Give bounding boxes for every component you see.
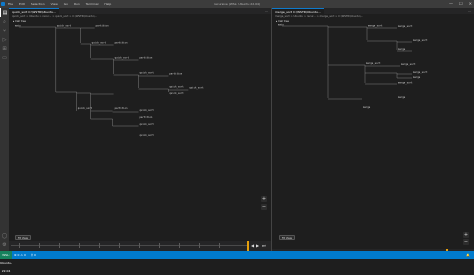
timeline-tick <box>99 243 100 248</box>
graph-node[interactable]: partition <box>96 24 109 27</box>
account-icon[interactable]: ◯ <box>0 231 9 240</box>
graph-node[interactable]: merge <box>363 106 371 109</box>
graph-node[interactable]: quick_sort <box>78 107 93 110</box>
merge-sort-call-graph: main merge_sort merge_sort merge_sort me… <box>278 24 428 110</box>
menu-go[interactable]: Go <box>64 0 68 8</box>
window-controls: — ☐ ✕ <box>449 0 472 8</box>
close-button[interactable]: ✕ <box>469 0 472 8</box>
timeline-tick <box>59 243 60 248</box>
timeline-tick <box>119 243 120 248</box>
graph-node[interactable]: merge <box>413 76 421 79</box>
zoom-in-button[interactable]: + <box>261 196 267 202</box>
timeline-tick <box>39 243 40 248</box>
jump-end-button[interactable]: ⏭ <box>262 243 266 249</box>
timeline-tick <box>19 243 20 248</box>
graph-node[interactable]: quick_sort <box>140 134 155 137</box>
graph-node-root[interactable]: main <box>15 24 21 27</box>
timeline-tick <box>179 243 180 248</box>
graph-node[interactable]: merge_sort <box>398 25 413 28</box>
graph-node[interactable]: partition <box>115 107 128 110</box>
step-forward-button[interactable]: ▶ <box>256 243 259 249</box>
source-control-icon[interactable]: ⑂ <box>0 26 9 35</box>
ports-indicator[interactable]: ⚲ 0 <box>31 251 36 259</box>
graph-node[interactable]: quick_sort <box>140 123 155 126</box>
timeline-tick <box>159 243 160 248</box>
extensions-icon[interactable]: ⊞ <box>0 44 9 53</box>
graph-node[interactable]: quick_sort <box>115 56 130 59</box>
left-editor-pane: quick_sort C:\WSTR\Ubuntu... ⋯ quick_sor… <box>9 8 272 251</box>
graph-node[interactable]: quick_sort <box>169 85 184 88</box>
fit-view-button[interactable]: Fit View <box>15 235 32 240</box>
graph-node[interactable]: merge_sort <box>413 71 428 74</box>
menu-run[interactable]: Run <box>74 0 80 8</box>
timeline-tick <box>79 243 80 248</box>
graph-node[interactable]: partition <box>140 116 153 119</box>
timeline-tick <box>199 243 200 248</box>
graph-node[interactable]: merge <box>398 48 406 51</box>
status-bar: WSL: Ubuntu-22.04 ⊗ 0 ⚠ 0 ⚲ 0 🔔 <box>0 251 474 273</box>
timeline-track[interactable] <box>11 245 247 246</box>
menu-selection[interactable]: Selection <box>31 0 45 8</box>
graph-node[interactable]: quick_sort <box>189 86 204 89</box>
files-icon[interactable]: ▤ <box>0 8 9 17</box>
notifications-bell-icon[interactable]: 🔔 <box>466 251 470 259</box>
timeline-marker[interactable] <box>247 241 249 251</box>
zoom-in-button[interactable]: + <box>463 232 469 238</box>
graph-node[interactable]: merge_sort <box>398 82 413 85</box>
quick-sort-call-graph: main quick_sort partition quick_sort par… <box>15 24 204 137</box>
graph-node[interactable]: partition <box>169 72 182 75</box>
settings-gear-icon[interactable]: ⚙ <box>0 240 9 249</box>
window-title: recursive (WSL: Ubuntu 22.04) <box>213 2 261 6</box>
menu-edit[interactable]: Edit <box>19 0 25 8</box>
graph-node[interactable]: merge_sort <box>413 39 428 42</box>
graph-node[interactable]: quick_sort <box>57 24 72 27</box>
graph-node[interactable]: quick_sort <box>140 71 155 74</box>
graph-node[interactable]: merge_sort <box>368 25 383 28</box>
right-editor-pane: merge_sort C:\WSTR\Ubuntu... ⋯ merge_sor… <box>272 8 474 259</box>
menu-terminal[interactable]: Terminal <box>86 0 99 8</box>
fit-view-button[interactable]: Fit View <box>279 235 296 240</box>
remote-explorer-icon[interactable]: ▭ <box>0 53 9 62</box>
activity-bar: ▤ ⌕ ⑂ ▷ ⊞ ▭ ◯ ⚙ <box>0 8 9 251</box>
vscode-logo-icon <box>1 2 5 6</box>
menu-view[interactable]: View <box>51 0 58 8</box>
graph-node[interactable]: quick_sort <box>169 92 184 95</box>
graph-node[interactable]: merge_sort <box>366 62 381 65</box>
graph-node-root[interactable]: main <box>278 24 284 27</box>
problems-indicator[interactable]: ⊗ 0 ⚠ 0 <box>14 251 26 259</box>
title-bar: File Edit Selection View Go Run Terminal… <box>0 0 474 8</box>
run-debug-icon[interactable]: ▷ <box>0 35 9 44</box>
graph-node[interactable]: quick_sort <box>92 41 107 44</box>
timeline-tick <box>139 243 140 248</box>
maximize-button[interactable]: ☐ <box>459 0 463 8</box>
zoom-out-button[interactable]: − <box>463 239 469 245</box>
zoom-out-button[interactable]: − <box>261 204 267 210</box>
menu-bar: File Edit Selection View Go Run Terminal… <box>8 0 111 8</box>
minimize-button[interactable]: — <box>449 0 453 8</box>
menu-file[interactable]: File <box>8 0 13 8</box>
search-icon[interactable]: ⌕ <box>0 17 9 26</box>
remote-indicator[interactable]: WSL: Ubuntu-22.04 <box>0 251 12 273</box>
graph-node[interactable]: quick_sort <box>140 109 155 112</box>
graph-node[interactable]: partition <box>140 56 153 59</box>
graph-node[interactable]: merge_sort <box>401 63 416 66</box>
graph-node[interactable]: partition <box>115 41 128 44</box>
timeline-bar[interactable]: ◀ ▶ ⏭ <box>9 241 271 251</box>
step-back-button[interactable]: ◀ <box>251 243 254 249</box>
graph-node[interactable]: merge <box>398 96 406 99</box>
timeline-tick <box>219 243 220 248</box>
menu-help[interactable]: Help <box>104 0 111 8</box>
